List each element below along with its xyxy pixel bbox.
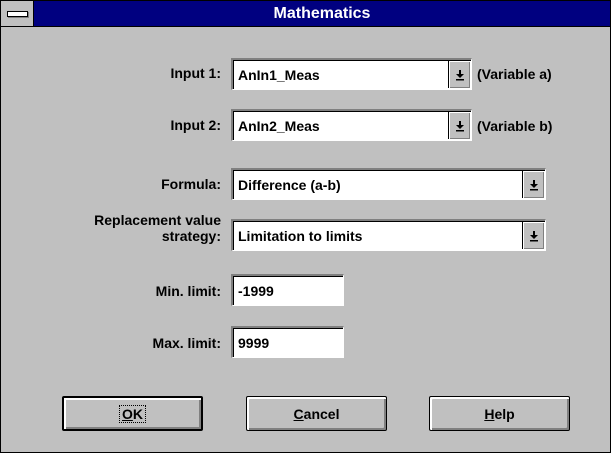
replacement-label-line1: Replacement value [94,212,221,228]
dropdown-arrow-icon [529,179,538,190]
cancel-button[interactable]: Cancel [246,396,387,431]
dropdown-arrow-icon [455,69,464,80]
window-title: Mathematics [273,5,371,22]
dropdown-arrow-icon [529,230,538,241]
input1-dropdown[interactable]: AnIn1_Meas [231,58,472,90]
formula-label: Formula: [161,176,221,192]
input1-label: Input 1: [170,65,221,81]
input1-variable-hint: (Variable a) [477,66,552,82]
replacement-strategy-label: Replacement value strategy: [94,212,221,244]
min-limit-value: -1999 [238,282,274,299]
min-limit-label: Min. limit: [155,283,221,299]
mathematics-dialog: Mathematics Input 1: AnIn1_Meas (Variabl… [0,0,611,453]
max-limit-input[interactable]: 9999 [231,326,344,358]
input2-label: Input 2: [170,117,221,133]
replacement-dropdown-button[interactable] [522,222,544,249]
title-bar: Mathematics [1,1,610,27]
replacement-strategy-dropdown[interactable]: Limitation to limits [231,219,546,251]
input1-value: AnIn1_Meas [238,66,320,83]
formula-value: Difference (a-b) [238,176,341,193]
input2-value: AnIn2_Meas [238,117,320,134]
ok-button[interactable]: OK [62,396,203,431]
dropdown-arrow-icon [455,120,464,131]
formula-dropdown[interactable]: Difference (a-b) [231,168,546,200]
input2-dropdown-button[interactable] [448,112,470,139]
input1-dropdown-button[interactable] [448,61,470,88]
help-button[interactable]: Help [429,396,570,431]
input2-variable-hint: (Variable b) [477,118,553,134]
input2-dropdown[interactable]: AnIn2_Meas [231,109,472,141]
max-limit-value: 9999 [238,334,270,351]
replacement-label-line2: strategy: [161,228,221,244]
min-limit-input[interactable]: -1999 [231,274,344,306]
max-limit-label: Max. limit: [152,335,221,351]
formula-dropdown-button[interactable] [522,171,544,198]
system-menu-icon[interactable] [1,1,34,26]
replacement-strategy-value: Limitation to limits [238,227,363,244]
